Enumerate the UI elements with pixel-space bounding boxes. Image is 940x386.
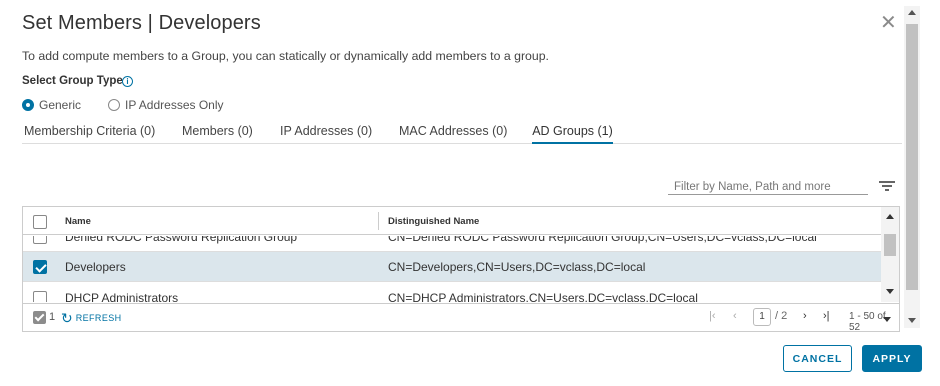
tab-bar: Membership Criteria (0) Members (0) IP A… [22, 124, 902, 144]
tab-membership-criteria[interactable]: Membership Criteria (0) [24, 124, 155, 144]
radio-unchecked-icon[interactable] [108, 99, 120, 111]
selected-check-icon [33, 311, 46, 324]
cancel-button[interactable]: CANCEL [783, 345, 852, 372]
close-icon[interactable]: ✕ [880, 13, 898, 33]
row-checkbox[interactable] [33, 260, 47, 274]
cell-name: DHCP Administrators [65, 291, 179, 302]
cell-name: Denied RODC Password Replication Group [65, 236, 298, 244]
apply-button[interactable]: APPLY [862, 345, 922, 372]
group-type-label: Select Group Type [22, 75, 123, 87]
selected-count: 1 [49, 311, 56, 323]
grid-body: Denied RODC Password Replication Group C… [23, 236, 881, 302]
filter-icon[interactable] [879, 181, 895, 191]
scroll-down-arrow-icon[interactable] [908, 318, 916, 323]
page-total: / 2 [775, 310, 788, 322]
radio-ip-addresses-only[interactable]: IP Addresses Only [108, 98, 224, 112]
grid-scroll-down-icon[interactable] [886, 289, 894, 294]
grid-scroll-thumb[interactable] [884, 234, 896, 256]
filter-input[interactable] [668, 181, 858, 193]
dialog-description: To add compute members to a Group, you c… [22, 49, 549, 63]
table-row[interactable]: Denied RODC Password Replication Group C… [23, 236, 881, 252]
cell-distinguished-name: CN=Developers,CN=Users,DC=vclass,DC=loca… [388, 260, 646, 274]
ad-groups-grid: Name Distinguished Name Denied RODC Pass… [22, 206, 900, 332]
footer-scroll-down-icon[interactable] [883, 317, 891, 322]
refresh-button[interactable]: ↻ REFRESH [61, 311, 122, 325]
dialog-scrollbar[interactable] [904, 6, 920, 328]
tab-members[interactable]: Members (0) [182, 124, 253, 144]
radio-generic[interactable]: Generic [22, 98, 81, 112]
page-range: 1 - 50 of 52 [849, 311, 886, 332]
tab-ad-groups[interactable]: AD Groups (1) [532, 124, 613, 144]
column-divider[interactable] [378, 212, 379, 230]
dialog-title: Set Members | Developers [22, 12, 261, 34]
grid-scroll-up-icon[interactable] [886, 214, 894, 219]
column-header-distinguished-name[interactable]: Distinguished Name [388, 216, 479, 227]
cell-distinguished-name: CN=Denied RODC Password Replication Grou… [388, 236, 817, 244]
select-all-checkbox[interactable] [33, 215, 47, 229]
cell-distinguished-name: CN=DHCP Administrators,CN=Users,DC=vclas… [388, 291, 698, 302]
radio-generic-label: Generic [39, 98, 82, 112]
next-page-icon[interactable]: › [803, 310, 807, 322]
grid-header: Name Distinguished Name [23, 207, 881, 235]
table-row[interactable]: Developers CN=Developers,CN=Users,DC=vcl… [23, 252, 881, 282]
cell-name: Developers [65, 260, 126, 274]
grid-footer: 1 ↻ REFRESH |‹ ‹ 1 / 2 › ›| 1 - 50 of 52 [23, 303, 899, 331]
grid-scrollbar[interactable] [881, 207, 899, 302]
scroll-thumb[interactable] [906, 24, 918, 290]
row-checkbox[interactable] [33, 291, 47, 302]
refresh-label: REFRESH [75, 313, 122, 323]
scroll-up-arrow-icon[interactable] [908, 10, 916, 15]
table-row[interactable]: DHCP Administrators CN=DHCP Administrato… [23, 283, 881, 302]
prev-page-icon[interactable]: ‹ [733, 310, 737, 322]
radio-checked-icon[interactable] [22, 99, 34, 111]
tab-ip-addresses[interactable]: IP Addresses (0) [280, 124, 372, 144]
refresh-icon: ↻ [61, 310, 73, 326]
radio-ip-label: IP Addresses Only [125, 98, 224, 112]
column-header-name[interactable]: Name [65, 216, 91, 227]
filter-box [668, 177, 868, 195]
row-checkbox[interactable] [33, 236, 47, 244]
info-icon[interactable]: i [122, 76, 133, 87]
tab-mac-addresses[interactable]: MAC Addresses (0) [399, 124, 507, 144]
last-page-icon[interactable]: ›| [823, 310, 830, 322]
first-page-icon[interactable]: |‹ [709, 310, 716, 322]
page-number-input[interactable]: 1 [753, 308, 771, 326]
